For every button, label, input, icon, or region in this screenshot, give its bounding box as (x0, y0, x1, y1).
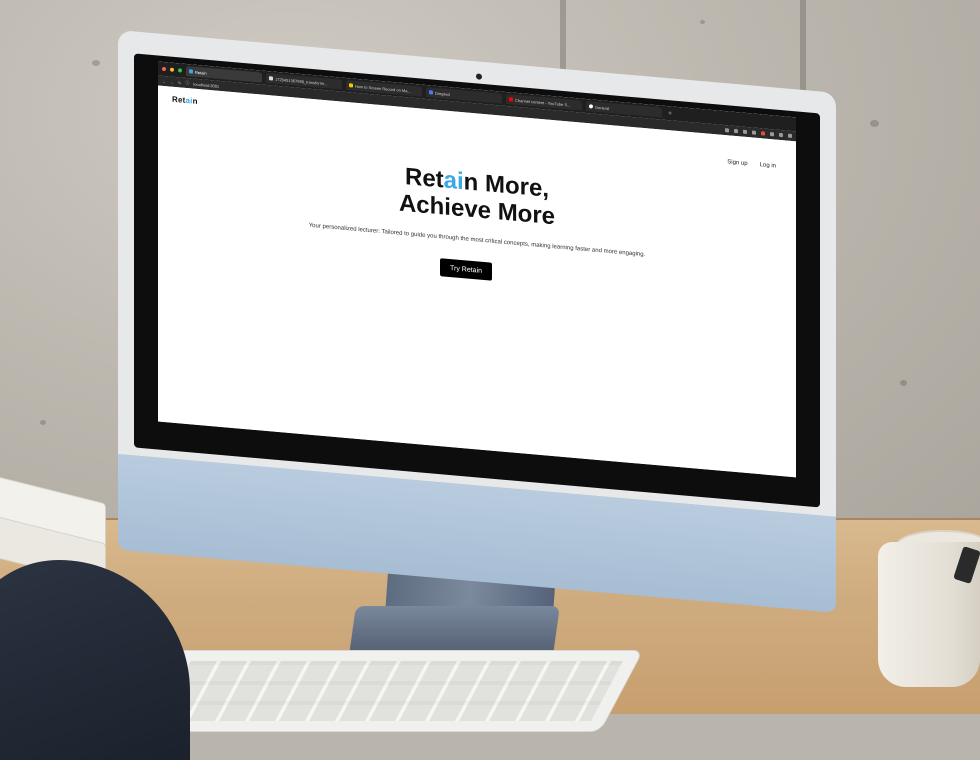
bookmark-star-icon[interactable] (743, 129, 747, 135)
wall-pore (870, 120, 879, 127)
tab-label: How to Screen Record on Ma... (355, 83, 411, 94)
retain-logo[interactable]: Retain (172, 95, 198, 106)
retain-landing-page: Retain Sign up Log in Retain More, Achie… (158, 85, 796, 478)
puzzle-icon[interactable] (770, 132, 774, 137)
wall-pore (40, 420, 46, 425)
signup-link[interactable]: Sign up (727, 159, 747, 167)
menu-icon[interactable] (788, 133, 792, 138)
hero-text: Ret (404, 163, 444, 194)
wall-pore (700, 20, 705, 24)
browser-window: Retain 1720451367698_transformi... How t… (158, 61, 796, 478)
logo-text: n (192, 96, 198, 106)
login-link[interactable]: Log in (760, 162, 776, 169)
favicon-icon (189, 69, 193, 74)
zoom-icon[interactable] (734, 128, 738, 134)
screen-bezel: Retain 1720451367698_transformi... How t… (134, 53, 820, 508)
tab-label: General (595, 104, 610, 111)
url-field[interactable]: localhost:3001 (193, 81, 219, 88)
favicon-icon (429, 90, 433, 95)
minimize-window-icon[interactable] (170, 67, 174, 72)
wall-pore (92, 60, 100, 66)
favicon-icon (269, 76, 273, 81)
tab-label: Retain (195, 69, 207, 76)
hero-heading: Retain More, Achieve More (158, 141, 796, 251)
close-window-icon[interactable] (162, 66, 166, 72)
monitor-frame: Retain 1720451367698_transformi... How t… (118, 30, 836, 517)
translate-icon[interactable] (725, 128, 729, 133)
site-info-icon[interactable]: ⓘ (185, 80, 189, 86)
favicon-icon (349, 83, 353, 88)
youtube-icon (509, 97, 513, 102)
back-icon[interactable]: ← (162, 78, 166, 83)
profile-icon[interactable] (779, 132, 783, 138)
top-nav: Sign up Log in (727, 159, 776, 169)
logo-text: Ret (172, 94, 186, 105)
imac-monitor: Retain 1720451367698_transformi... How t… (118, 30, 838, 613)
github-icon (589, 104, 593, 109)
reload-icon[interactable]: ↻ (178, 80, 181, 85)
hero-accent-text: ai (443, 166, 464, 196)
camera-icon (476, 73, 482, 80)
extension-icon[interactable] (761, 131, 765, 136)
logo-accent-text: ai (185, 95, 193, 106)
tab-label: Dimpled (435, 90, 450, 97)
wall-pore (900, 380, 907, 386)
try-retain-button[interactable]: Try Retain (440, 258, 492, 281)
extension-icon[interactable] (752, 130, 756, 135)
forward-icon[interactable]: → (170, 79, 174, 84)
maximize-window-icon[interactable] (178, 68, 182, 73)
tab-label: Channel content - YouTube S... (515, 97, 571, 108)
tab-label: 1720451367698_transformi... (275, 76, 328, 86)
new-tab-icon[interactable]: + (668, 110, 672, 117)
